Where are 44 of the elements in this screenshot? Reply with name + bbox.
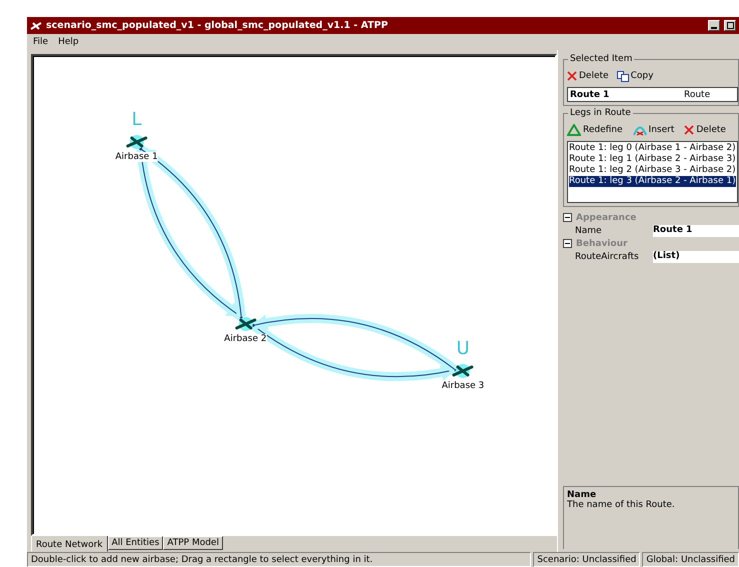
tab[interactable]: Route Network bbox=[31, 536, 108, 552]
redefine-button[interactable]: Redefine bbox=[567, 124, 623, 136]
menu-item[interactable]: File bbox=[33, 37, 48, 47]
property-value[interactable]: (List) bbox=[653, 250, 739, 262]
category-label: Behaviour bbox=[576, 238, 628, 248]
property-name: RouteAircrafts bbox=[575, 252, 640, 262]
tab[interactable]: ATPP Model bbox=[163, 536, 223, 550]
minimize-button[interactable] bbox=[708, 20, 720, 31]
window-title: scenario_smc_populated_v1 - global_smc_populated_v1.1 - ATPP bbox=[46, 20, 389, 31]
collapse-icon[interactable] bbox=[563, 239, 572, 248]
property-value[interactable]: Route 1 bbox=[653, 224, 739, 236]
leg-item[interactable]: Route 1: leg 0 (Airbase 1 - Airbase 2) bbox=[569, 143, 736, 154]
description-text: The name of this Route. bbox=[567, 500, 676, 510]
group-title: Selected Item bbox=[568, 54, 634, 64]
property-name: Name bbox=[575, 226, 603, 236]
airbase-label: Airbase 3 bbox=[442, 381, 484, 392]
maximize-button[interactable] bbox=[724, 20, 736, 31]
description-title: Name bbox=[567, 490, 598, 500]
status-global: Global: Unclassified bbox=[642, 552, 739, 567]
item-field[interactable]: Route 1 Route bbox=[567, 87, 738, 102]
leg-item[interactable]: Route 1: leg 1 (Airbase 2 - Airbase 3) bbox=[569, 154, 736, 165]
node-marker: U bbox=[456, 338, 470, 360]
menu-item[interactable]: Help bbox=[58, 37, 79, 47]
maximize-icon bbox=[726, 22, 734, 29]
collapse-icon[interactable] bbox=[563, 213, 572, 222]
airbase-label: Airbase 2 bbox=[224, 334, 267, 344]
delete-icon bbox=[684, 125, 694, 135]
status-scenario: Scenario: Unclassified bbox=[533, 552, 640, 567]
delete-button[interactable]: Delete bbox=[567, 71, 609, 81]
leg-item[interactable]: Route 1: leg 3 (Airbase 2 - Airbase 1) bbox=[569, 176, 736, 187]
category-label: Appearance bbox=[576, 212, 636, 222]
status-message: Double-click to add new airbase; Drag a rectangle to select everything in it. bbox=[27, 552, 532, 567]
insert-button[interactable]: Insert bbox=[632, 124, 674, 136]
route-network-canvas[interactable]: L Airbase 1 Airbase 2 U Airbase 3 bbox=[31, 54, 557, 536]
airbase-label: Airbase 1 bbox=[115, 152, 158, 162]
node-marker: L bbox=[132, 109, 142, 130]
delete-icon bbox=[567, 71, 577, 81]
leg-item[interactable]: Route 1: leg 2 (Airbase 3 - Airbase 2) bbox=[569, 165, 736, 176]
insert-icon bbox=[632, 124, 647, 136]
copy-icon bbox=[616, 70, 629, 82]
tab[interactable]: All Entities bbox=[108, 536, 164, 550]
copy-button[interactable]: Copy bbox=[616, 70, 654, 82]
group-title: Legs in Route bbox=[568, 108, 633, 118]
delete-button[interactable]: Delete bbox=[684, 125, 726, 135]
